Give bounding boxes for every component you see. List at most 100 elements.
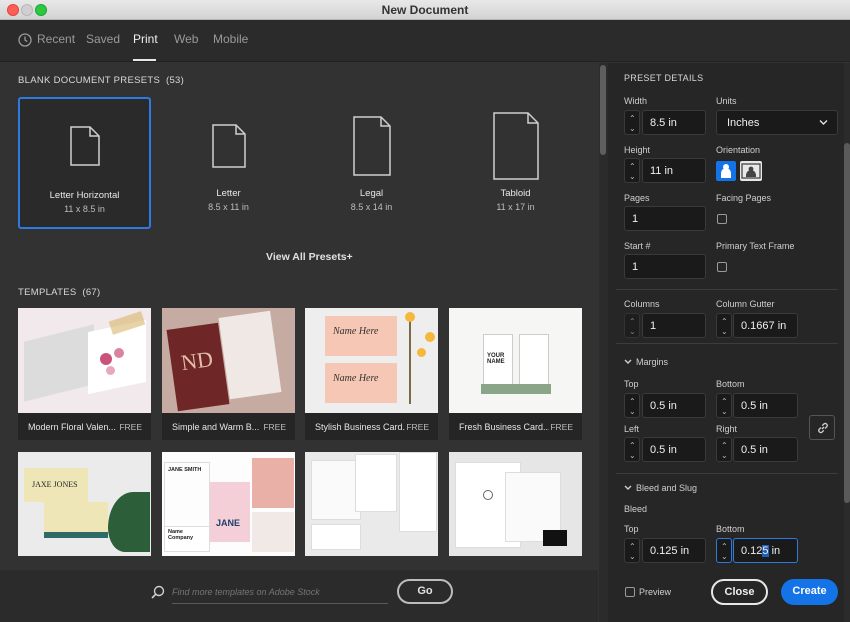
preset-letter-horizontal[interactable]: Letter Horizontal 11 x 8.5 in	[18, 97, 151, 229]
preset-name: Letter Horizontal	[49, 190, 120, 201]
details-scrollbar[interactable]	[844, 63, 850, 622]
templates-section-title: TEMPLATES (67)	[18, 287, 101, 298]
facing-pages-checkbox[interactable]	[717, 214, 727, 224]
margin-right-stepper[interactable]: ⌃ ⌄	[716, 437, 732, 462]
preset-legal[interactable]: Legal 8.5 x 14 in	[305, 97, 438, 229]
height-field[interactable]: 11 in	[642, 158, 706, 183]
facing-pages-label: Facing Pages	[716, 193, 772, 203]
divider	[616, 473, 838, 474]
portrait-icon	[721, 164, 731, 178]
tab-recent[interactable]: Recent	[37, 32, 75, 46]
margin-top-label: Top	[624, 379, 639, 389]
margin-left-field[interactable]: 0.5 in	[642, 437, 706, 462]
template-card[interactable]: JAXE JONES	[18, 452, 151, 556]
free-badge: FREE	[119, 422, 142, 432]
margin-right-label: Right	[716, 424, 738, 434]
preset-tabloid[interactable]: Tabloid 11 x 17 in	[449, 97, 582, 229]
start-number-field[interactable]: 1	[624, 254, 706, 279]
template-thumbnail: YOUR NAME	[449, 308, 582, 413]
template-name: Simple and Warm B...	[172, 422, 260, 432]
stock-search-input[interactable]	[172, 580, 388, 604]
link-icon	[818, 422, 828, 434]
portrait-orientation-button[interactable]	[716, 161, 736, 181]
template-thumbnail	[18, 308, 151, 413]
free-badge: FREE	[550, 422, 573, 432]
template-card[interactable]: YOUR NAME Fresh Business Card... FREE	[449, 308, 582, 440]
primary-text-frame-label: Primary Text Frame	[716, 241, 795, 251]
chevron-down-icon	[624, 485, 632, 490]
column-gutter-stepper[interactable]: ⌃ ⌄	[716, 313, 732, 338]
bleed-slug-section-toggle[interactable]: Bleed and Slug	[624, 483, 697, 493]
template-name: Fresh Business Card...	[459, 422, 549, 432]
bleed-top-label: Top	[624, 524, 639, 534]
plus-icon: +	[346, 251, 353, 263]
preview-checkbox[interactable]	[625, 587, 635, 597]
template-card[interactable]: ND Simple and Warm B... FREE	[162, 308, 295, 440]
margin-right-field[interactable]: 0.5 in	[733, 437, 798, 462]
category-tabs: Recent Saved Print Web Mobile	[0, 20, 850, 62]
template-card[interactable]: JANE SMITH Name Company JANE	[162, 452, 295, 556]
presets-scrollbar[interactable]	[599, 63, 608, 622]
free-badge: FREE	[263, 422, 286, 432]
bleed-bottom-stepper[interactable]: ⌃ ⌄	[716, 538, 732, 563]
bleed-bottom-field[interactable]: 0.125 in	[733, 538, 798, 563]
active-tab-indicator	[133, 59, 156, 61]
margin-top-stepper[interactable]: ⌃ ⌄	[624, 393, 640, 418]
height-stepper[interactable]: ⌃ ⌄	[624, 158, 640, 183]
column-gutter-field[interactable]: 0.1667 in	[733, 313, 798, 338]
bleed-top-field[interactable]: 0.125 in	[642, 538, 706, 563]
presets-section-title: BLANK DOCUMENT PRESETS (53)	[18, 75, 185, 86]
margin-left-label: Left	[624, 424, 640, 434]
landscape-icon	[741, 163, 761, 179]
columns-field[interactable]: 1	[642, 313, 706, 338]
go-button[interactable]: Go	[397, 579, 453, 604]
scrollbar-thumb[interactable]	[844, 143, 850, 503]
tab-print[interactable]: Print	[133, 32, 158, 46]
document-icon	[352, 116, 391, 176]
preset-size: 8.5 x 14 in	[350, 202, 393, 212]
template-card[interactable]: Name Here Name Here Stylish Business Car…	[305, 308, 438, 440]
bleed-top-stepper[interactable]: ⌃ ⌄	[624, 538, 640, 563]
chevron-down-icon	[624, 359, 632, 364]
pages-field[interactable]: 1	[624, 206, 706, 231]
preset-letter[interactable]: Letter 8.5 x 11 in	[162, 97, 295, 229]
tab-web[interactable]: Web	[174, 32, 198, 46]
width-stepper[interactable]: ⌃ ⌄	[624, 110, 640, 135]
margins-section-toggle[interactable]: Margins	[624, 357, 668, 367]
template-card[interactable]: Modern Floral Valen... FREE	[18, 308, 151, 440]
columns-stepper[interactable]: ⌃ ⌄	[624, 313, 640, 338]
preset-size: 8.5 x 11 in	[208, 202, 249, 212]
margin-bottom-stepper[interactable]: ⌃ ⌄	[716, 393, 732, 418]
template-card[interactable]	[449, 452, 582, 556]
create-button[interactable]: Create	[781, 579, 838, 605]
tab-saved[interactable]: Saved	[86, 32, 120, 46]
width-field[interactable]: 8.5 in	[642, 110, 706, 135]
orientation-label: Orientation	[716, 145, 761, 155]
template-name: Stylish Business Card...	[315, 422, 405, 432]
title-bar: New Document	[0, 0, 850, 20]
tab-mobile[interactable]: Mobile	[213, 32, 248, 46]
units-label: Units	[716, 96, 737, 106]
bleed-bottom-label: Bottom	[716, 524, 745, 534]
landscape-orientation-button[interactable]	[740, 161, 762, 181]
document-icon	[69, 126, 100, 166]
template-card[interactable]	[305, 452, 438, 556]
window-title: New Document	[381, 3, 469, 17]
view-all-presets-link[interactable]: View All Presets+	[266, 251, 353, 263]
start-number-label: Start #	[624, 241, 651, 251]
scrollbar-thumb[interactable]	[600, 65, 606, 155]
margin-left-stepper[interactable]: ⌃ ⌄	[624, 437, 640, 462]
close-button[interactable]: Close	[711, 579, 768, 605]
margin-top-field[interactable]: 0.5 in	[642, 393, 706, 418]
free-badge: FREE	[406, 422, 429, 432]
primary-text-frame-checkbox[interactable]	[717, 262, 727, 272]
preset-details-title: PRESET DETAILS	[624, 73, 704, 83]
pages-label: Pages	[624, 193, 650, 203]
link-margins-button[interactable]	[809, 415, 835, 440]
margin-bottom-field[interactable]: 0.5 in	[733, 393, 798, 418]
width-label: Width	[624, 96, 648, 106]
template-thumbnail: Name Here Name Here	[305, 308, 438, 413]
units-dropdown[interactable]: Inches	[716, 110, 838, 135]
divider	[616, 289, 838, 290]
preview-label: Preview	[639, 587, 672, 597]
